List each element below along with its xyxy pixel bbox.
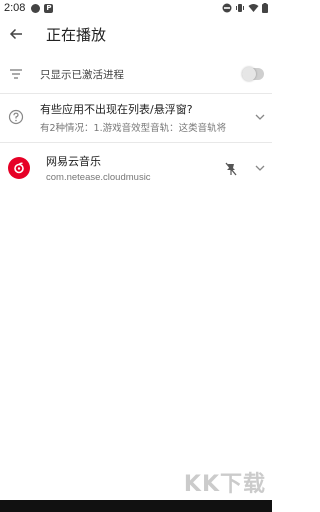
chevron-down-icon[interactable] [254,111,266,123]
toggle-knob [242,67,256,81]
netease-music-app-icon [8,157,30,179]
watermark-logo: KK下载 [183,472,266,497]
help-icon [8,109,24,125]
wifi-icon [248,4,259,12]
arrow-back-icon [9,28,22,40]
pin-off-icon[interactable] [224,161,238,176]
help-tip-row[interactable]: 有些应用不出现在列表/悬浮窗? 有2种情况：1.游戏音效型音轨：这类音轨将 [0,96,272,138]
page-title: 正在播放 [46,25,107,44]
list-item[interactable]: 网易云音乐 com.netease.cloudmusic [0,150,272,186]
status-time: 2:08 [4,2,26,14]
filter-active-row[interactable]: 只显示已激活进程 [0,60,272,88]
vibrate-icon [236,4,244,12]
status-notification-icons: P [31,3,54,13]
tip-text: 有些应用不出现在列表/悬浮窗? 有2种情况：1.游戏音效型音轨：这类音轨将 [40,101,250,134]
divider [0,142,272,143]
divider [0,93,272,94]
status-system-icons [222,3,268,13]
tip-title: 有些应用不出现在列表/悬浮窗? [40,102,193,116]
app-notification-icon: P [44,3,54,13]
tip-subtitle: 有2种情况：1.游戏音效型音轨：这类音轨将 [40,122,227,134]
chevron-down-icon[interactable] [254,162,266,174]
app-name: 网易云音乐 [46,155,101,168]
navigation-bar [0,500,272,512]
back-button[interactable] [2,20,30,48]
app-package: com.netease.cloudmusic [46,172,151,183]
battery-icon [262,3,268,13]
active-process-toggle[interactable] [242,67,264,81]
app-info: 网易云音乐 com.netease.cloudmusic [46,153,151,183]
filter-icon [8,66,24,82]
filter-label: 只显示已激活进程 [40,68,124,81]
app-bar: 正在播放 [0,16,272,52]
status-bar: 2:08 P [0,0,272,16]
settings-notification-icon [31,3,41,13]
dnd-icon [222,3,232,13]
